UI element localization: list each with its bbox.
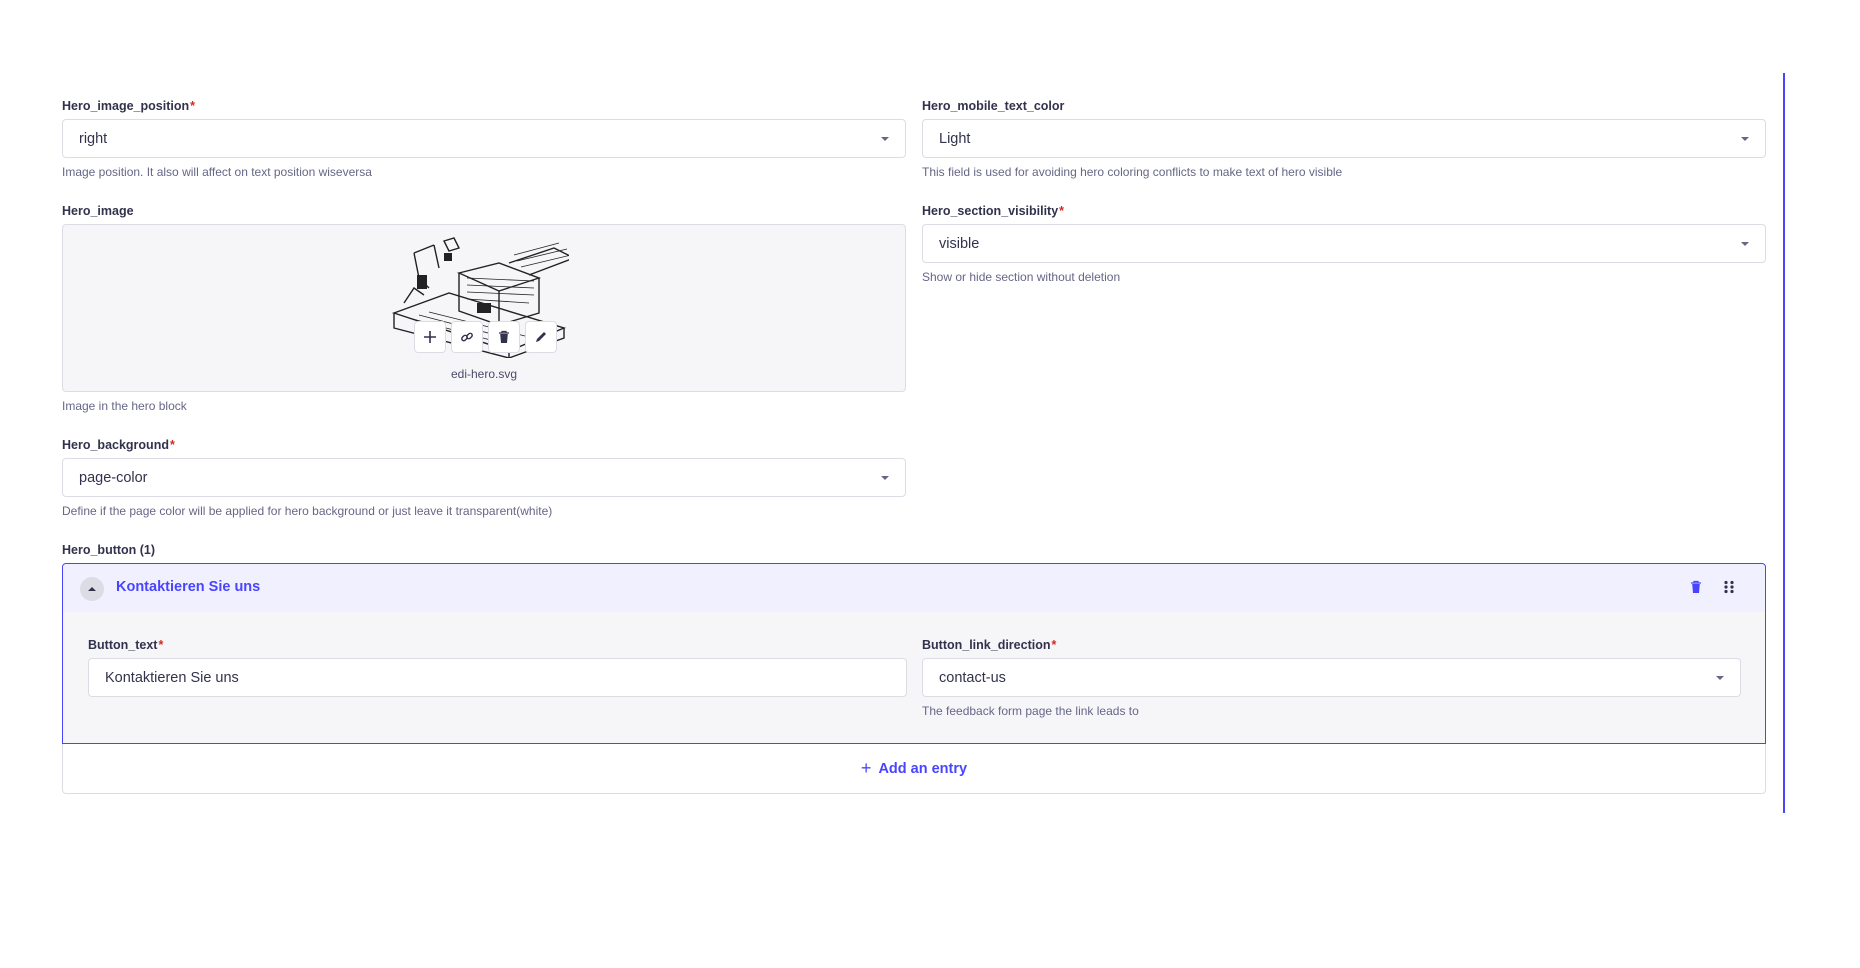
- select-value: contact-us: [939, 669, 1006, 686]
- hero-button-label: Hero_button (1): [62, 543, 156, 557]
- select-value: right: [79, 130, 108, 147]
- button-link-direction-hint: The feedback form page the link leads to: [922, 704, 1139, 718]
- select-value: Light: [939, 130, 971, 147]
- hero-mobile-text-color-hint: This field is used for avoiding hero col…: [922, 165, 1343, 179]
- edit-asset-button[interactable]: [525, 321, 557, 353]
- hero-section-visibility-hint: Show or hide section without deletion: [922, 270, 1121, 284]
- button-link-direction-select[interactable]: contact-us: [922, 658, 1741, 697]
- chevron-down-icon: [881, 475, 889, 480]
- label-text: Hero_image_position: [62, 99, 190, 113]
- label-text: Hero_mobile_text_color: [922, 99, 1065, 113]
- add-entry-label: Add an entry: [878, 760, 968, 777]
- hero-button-entry-title[interactable]: Kontaktieren Sie uns: [116, 579, 260, 595]
- label-text: Hero_image: [62, 204, 134, 218]
- hero-background-select[interactable]: page-color: [62, 458, 906, 497]
- hero-image-position-hint: Image position. It also will affect on t…: [62, 165, 372, 179]
- add-icon: [424, 331, 436, 343]
- hero-mobile-text-color-select[interactable]: Light: [922, 119, 1766, 158]
- plus-icon: +: [860, 758, 872, 778]
- hero-background-hint: Define if the page color will be applied…: [62, 504, 553, 518]
- chevron-down-icon: [1716, 675, 1724, 680]
- copy-link-button[interactable]: [451, 321, 483, 353]
- hero-button-entry-header[interactable]: Kontaktieren Sie uns: [63, 564, 1765, 612]
- label-text: Hero_section_visibility: [922, 204, 1059, 218]
- button-text-input[interactable]: Kontaktieren Sie uns: [88, 658, 907, 697]
- hero-image-hint: Image in the hero block: [62, 399, 187, 413]
- button-text-label: Button_text*: [88, 638, 163, 652]
- add-entry-button[interactable]: + Add an entry: [62, 744, 1766, 794]
- hero-image-position-label: Hero_image_position*: [62, 99, 195, 113]
- delete-entry-button[interactable]: [1689, 580, 1705, 596]
- hero-image-media-card[interactable]: edi-hero.svg: [62, 224, 906, 392]
- button-link-direction-label: Button_link_direction*: [922, 638, 1056, 652]
- hero-mobile-text-color-label: Hero_mobile_text_color: [922, 99, 1064, 113]
- link-icon: [461, 332, 473, 342]
- drag-icon: [1724, 580, 1734, 594]
- pencil-icon: [536, 332, 546, 342]
- hero-button-entry: Kontaktieren Sie uns Button_text* Kontak…: [62, 563, 1766, 744]
- trash-icon: [499, 330, 509, 343]
- required-mark: *: [169, 438, 175, 452]
- trash-icon: [1691, 580, 1701, 593]
- chevron-down-icon: [1741, 241, 1749, 246]
- add-asset-button[interactable]: [414, 321, 446, 353]
- hero-section-visibility-select[interactable]: visible: [922, 224, 1766, 263]
- select-value: page-color: [79, 469, 148, 486]
- delete-asset-button[interactable]: [488, 321, 520, 353]
- content-right-border: [1783, 73, 1785, 813]
- hero-background-label: Hero_background*: [62, 438, 175, 452]
- chevron-up-icon: [88, 587, 96, 591]
- label-text: Button_text: [88, 638, 158, 652]
- required-mark: *: [190, 99, 195, 113]
- input-value: Kontaktieren Sie uns: [105, 669, 239, 686]
- hero-image-filename: edi-hero.svg: [450, 367, 518, 381]
- required-mark: *: [158, 638, 164, 652]
- required-mark: *: [1059, 204, 1065, 218]
- hero-image-label: Hero_image: [62, 204, 134, 218]
- drag-handle[interactable]: [1723, 580, 1739, 596]
- select-value: visible: [939, 235, 980, 252]
- chevron-down-icon: [881, 136, 889, 141]
- chevron-down-icon: [1741, 136, 1749, 141]
- label-text: Button_link_direction: [922, 638, 1051, 652]
- label-text: Hero_background: [62, 438, 169, 452]
- hero-image-position-select[interactable]: right: [62, 119, 906, 158]
- collapse-toggle[interactable]: [80, 577, 104, 601]
- required-mark: *: [1051, 638, 1057, 652]
- hero-section-visibility-label: Hero_section_visibility*: [922, 204, 1064, 218]
